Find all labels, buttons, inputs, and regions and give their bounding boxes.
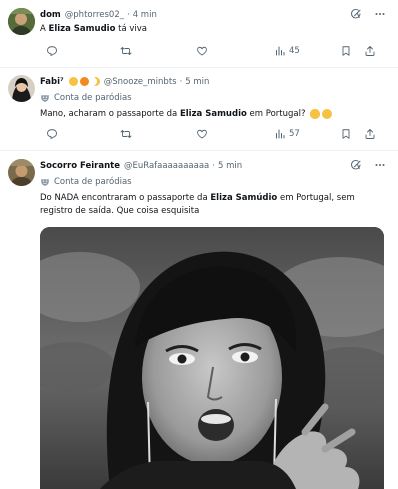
parody-badge: Conta de paródias (40, 177, 132, 187)
author-handle[interactable]: @phtorres02_ (65, 10, 124, 20)
author-handle[interactable]: @EuRafaaaaaaaaaa (124, 161, 209, 171)
views-button[interactable]: 45 (274, 45, 300, 57)
retweet-button[interactable] (120, 128, 132, 140)
separator: · (212, 161, 215, 171)
author-name[interactable]: Fabi⁷ (40, 77, 64, 87)
timestamp[interactable]: 5 min (185, 77, 209, 87)
tweet-1[interactable]: dom @phtorres02_ · 4 min A Eliza Samudio… (0, 0, 398, 68)
highlight-text: Eliza Samudio (179, 109, 247, 119)
like-button[interactable] (196, 128, 208, 140)
tweet-2[interactable]: Fabi⁷ @Snooze_minbts · 5 min Conta de pa… (0, 68, 398, 151)
parody-label: Conta de paródias (54, 177, 132, 187)
grok-icon[interactable] (350, 159, 362, 171)
text-part: em Portugal? (246, 109, 306, 119)
text-part: A (40, 24, 49, 34)
text-part: tá viva (115, 24, 147, 34)
crescent-moon-emoji-icon (91, 77, 100, 86)
like-icon (196, 128, 208, 140)
author-handle[interactable]: @Snooze_minbts (104, 77, 177, 87)
astonished-face-emoji-icon (310, 108, 321, 119)
avatar[interactable] (8, 159, 35, 186)
parody-mask-icon (40, 93, 50, 103)
orange-emoji-icon (79, 77, 89, 86)
action-bar: 45 (40, 45, 386, 59)
retweet-icon (120, 128, 132, 140)
bookmark-button[interactable] (340, 128, 352, 140)
reply-icon (46, 128, 58, 140)
separator: · (126, 10, 130, 20)
retweet-button[interactable] (120, 45, 132, 57)
timestamp[interactable]: 4 min (133, 10, 157, 20)
parody-badge: Conta de paródias (40, 93, 132, 103)
reply-icon (46, 45, 58, 57)
smiling-cat-emoji-icon (68, 77, 78, 86)
tweet-text: Do NADA encontraram o passaporte da Eliz… (40, 192, 384, 217)
like-icon (196, 45, 208, 57)
tweet-text: A Eliza Samudio tá viva (40, 23, 384, 36)
like-button[interactable] (196, 45, 208, 57)
retweet-icon (120, 45, 132, 57)
share-icon (364, 45, 376, 57)
bookmark-button[interactable] (340, 45, 352, 57)
views-icon (274, 128, 286, 140)
tweet-text: Mano, acharam o passaporte da Eliza Samu… (40, 108, 384, 121)
author-name[interactable]: Socorro Feirante (40, 161, 120, 171)
thinking-face-emoji-icon (322, 108, 333, 119)
more-icon[interactable] (374, 159, 386, 171)
parody-label: Conta de paródias (54, 93, 132, 103)
avatar[interactable] (8, 75, 35, 102)
share-button[interactable] (364, 45, 376, 57)
bookmark-icon (340, 45, 352, 57)
timestamp[interactable]: 5 min (218, 161, 242, 171)
text-part: Mano, acharam o passaporte da (40, 109, 180, 119)
text-part: Do NADA encontraram o passaporte da (40, 193, 211, 203)
avatar[interactable] (8, 8, 35, 35)
views-count: 45 (289, 46, 300, 56)
views-icon (274, 45, 286, 57)
more-icon[interactable] (374, 8, 386, 20)
reply-button[interactable] (46, 45, 58, 57)
separator: · (179, 77, 183, 87)
name-emoji-icons (67, 77, 100, 87)
views-count: 57 (289, 129, 300, 139)
highlight-text: Eliza Samúdio (210, 193, 278, 203)
action-bar: 57 (40, 128, 386, 142)
parody-mask-icon (40, 177, 50, 187)
bookmark-icon (340, 128, 352, 140)
author-name[interactable]: dom (40, 10, 61, 20)
reply-button[interactable] (46, 128, 58, 140)
share-button[interactable] (364, 128, 376, 140)
highlight-text: Eliza Samudio (48, 24, 116, 34)
grok-icon[interactable] (350, 8, 362, 20)
tweet-media-image[interactable] (40, 227, 384, 489)
views-button[interactable]: 57 (274, 128, 300, 140)
share-icon (364, 128, 376, 140)
